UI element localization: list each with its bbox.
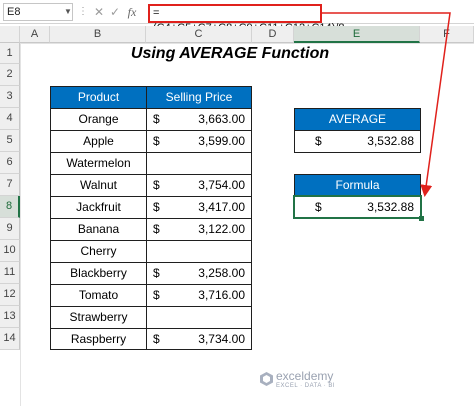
watermark: exceldemy EXCEL · DATA · BI <box>256 368 336 398</box>
annotation-arrow <box>322 12 451 197</box>
exceldemy-logo-icon <box>260 372 273 386</box>
watermark-name: exceldemy <box>276 369 334 383</box>
watermark-tagline: EXCEL · DATA · BI <box>276 383 336 389</box>
